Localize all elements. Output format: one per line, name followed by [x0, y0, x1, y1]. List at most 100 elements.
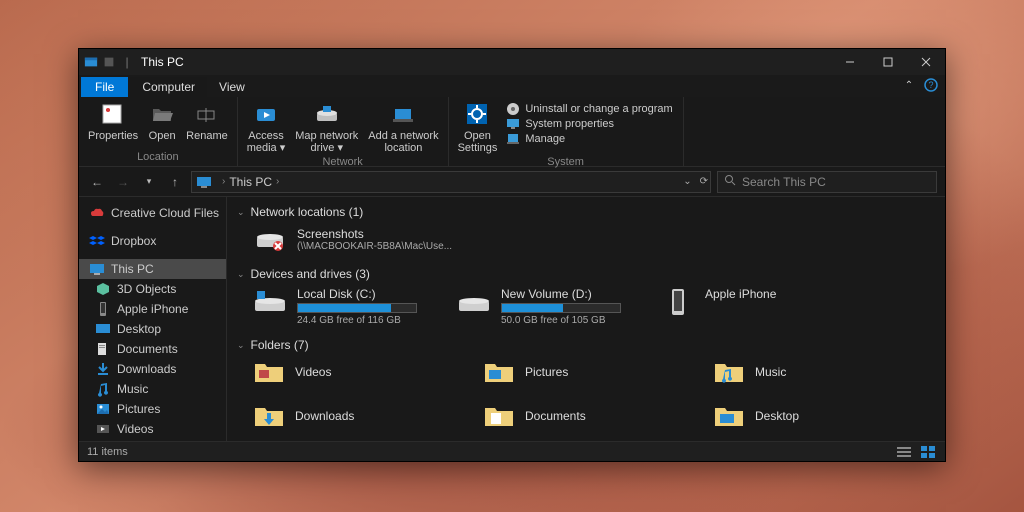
- help-button[interactable]: ?: [923, 77, 939, 93]
- sidebar-item-label: Videos: [117, 422, 153, 436]
- search-placeholder: Search This PC: [742, 175, 826, 189]
- folder-pictures[interactable]: Pictures: [483, 358, 643, 386]
- thispc-icon: [89, 261, 105, 277]
- add-network-location-button[interactable]: Add a network location: [363, 100, 443, 154]
- drive-icon: [457, 287, 491, 317]
- chevron-down-icon: ⌄: [237, 207, 245, 218]
- quick-access-pin-icon[interactable]: [101, 54, 117, 70]
- open-label: Open: [149, 130, 176, 142]
- folder-label: Downloads: [295, 409, 354, 423]
- open-settings-label: Open Settings: [458, 130, 498, 154]
- network-drive-icon: [253, 225, 287, 255]
- open-button[interactable]: Open: [143, 100, 181, 149]
- folder-icon: [253, 358, 285, 386]
- address-bar[interactable]: › This PC › ⌄ ⟳: [191, 171, 711, 193]
- ribbon: Properties Open Rename Location Access m…: [79, 97, 945, 167]
- uninstall-program-button[interactable]: Uninstall or change a program: [506, 102, 672, 116]
- sidebar-item-label: Pictures: [117, 402, 160, 416]
- access-media-button[interactable]: Access media ▾: [242, 100, 291, 154]
- sidebar-item-desktop[interactable]: Desktop: [79, 319, 226, 339]
- manage-label: Manage: [525, 133, 565, 145]
- properties-button[interactable]: Properties: [83, 100, 143, 149]
- tab-view[interactable]: View: [207, 77, 257, 97]
- cube-icon: [95, 281, 111, 297]
- navbar: ← → ▾ ↑ › This PC › ⌄ ⟳ Search This PC: [79, 167, 945, 197]
- group-devices-drives[interactable]: ⌄ Devices and drives (3): [237, 267, 935, 281]
- forward-button[interactable]: →: [113, 172, 133, 192]
- sidebar-item-videos[interactable]: Videos: [79, 419, 226, 439]
- sidebar-item-thispc[interactable]: This PC: [79, 259, 226, 279]
- group-system-label: System: [547, 154, 584, 171]
- network-location-item[interactable]: Screenshots (\\MACBOOKAIR-5B8A\Mac\Use..…: [253, 225, 935, 255]
- group-label: Devices and drives (3): [251, 267, 370, 281]
- download-icon: [95, 361, 111, 377]
- maximize-button[interactable]: [869, 49, 907, 75]
- search-box[interactable]: Search This PC: [717, 171, 937, 193]
- system-properties-button[interactable]: System properties: [506, 117, 672, 131]
- sidebar-item-label: Music: [117, 382, 148, 396]
- collapse-ribbon-button[interactable]: ⌃: [901, 77, 917, 93]
- sidebar-item-label: 3D Objects: [117, 282, 176, 296]
- up-button[interactable]: ↑: [165, 172, 185, 192]
- sidebar-item-3dobjects[interactable]: 3D Objects: [79, 279, 226, 299]
- rename-button[interactable]: Rename: [181, 100, 233, 149]
- sidebar-item-music[interactable]: Music: [79, 379, 226, 399]
- sidebar-item-label: Documents: [117, 342, 178, 356]
- drive-capacity-bar: [297, 303, 417, 313]
- cd-icon: [506, 102, 520, 116]
- drive-local-c[interactable]: Local Disk (C:) 24.4 GB free of 116 GB: [253, 287, 417, 326]
- quick-access-sep: |: [119, 54, 135, 70]
- ribbon-tabs: File Computer View ⌃ ?: [79, 75, 945, 97]
- back-button[interactable]: ←: [87, 172, 107, 192]
- address-history-dropdown[interactable]: ⌄: [683, 176, 691, 187]
- drive-free: 24.4 GB free of 116 GB: [297, 315, 417, 326]
- folder-videos[interactable]: Videos: [253, 358, 413, 386]
- folder-label: Music: [755, 365, 786, 379]
- status-bar: 11 items: [79, 441, 945, 461]
- folder-documents[interactable]: Documents: [483, 402, 643, 430]
- netloc-path: (\\MACBOOKAIR-5B8A\Mac\Use...: [297, 241, 452, 253]
- sidebar-item-pictures[interactable]: Pictures: [79, 399, 226, 419]
- sysprops-label: System properties: [525, 118, 614, 130]
- sidebar-item-documents[interactable]: Documents: [79, 339, 226, 359]
- group-label: Folders (7): [251, 338, 309, 352]
- sidebar-item-dropbox[interactable]: Dropbox: [79, 231, 226, 251]
- manage-icon: [506, 132, 520, 146]
- manage-button[interactable]: Manage: [506, 132, 672, 146]
- group-folders[interactable]: ⌄ Folders (7): [237, 338, 935, 352]
- svg-text:?: ?: [928, 80, 933, 90]
- folder-music[interactable]: Music: [713, 358, 873, 386]
- dropbox-icon: [89, 233, 105, 249]
- add-location-label: Add a network location: [368, 130, 438, 154]
- music-icon: [95, 381, 111, 397]
- sidebar-item-localc[interactable]: Local Disk (C:): [79, 439, 226, 441]
- recent-dropdown[interactable]: ▾: [139, 172, 159, 192]
- folder-desktop[interactable]: Desktop: [713, 402, 873, 430]
- details-view-button[interactable]: [895, 445, 913, 459]
- thispc-icon: [196, 174, 212, 190]
- device-name: Apple iPhone: [705, 287, 776, 301]
- tab-computer[interactable]: Computer: [130, 77, 207, 97]
- sidebar-item-label: Apple iPhone: [117, 302, 188, 316]
- open-settings-button[interactable]: Open Settings: [453, 100, 503, 154]
- refresh-button[interactable]: ⟳: [700, 176, 708, 187]
- drive-new-volume-d[interactable]: New Volume (D:) 50.0 GB free of 105 GB: [457, 287, 621, 326]
- chevron-down-icon: ⌄: [237, 269, 245, 280]
- sidebar-item-downloads[interactable]: Downloads: [79, 359, 226, 379]
- sidebar: Creative Cloud Files Dropbox This PC 3D …: [79, 197, 227, 441]
- folder-icon: [483, 402, 515, 430]
- sidebar-item-creative-cloud[interactable]: Creative Cloud Files: [79, 203, 226, 223]
- folder-label: Desktop: [755, 409, 799, 423]
- minimize-button[interactable]: [831, 49, 869, 75]
- sidebar-item-apple-iphone[interactable]: Apple iPhone: [79, 299, 226, 319]
- breadcrumb[interactable]: This PC: [229, 175, 272, 189]
- device-apple-iphone[interactable]: Apple iPhone: [661, 287, 776, 326]
- close-button[interactable]: [907, 49, 945, 75]
- group-network-locations[interactable]: ⌄ Network locations (1): [237, 205, 935, 219]
- document-icon: [95, 341, 111, 357]
- titlebar[interactable]: | This PC: [79, 49, 945, 75]
- tab-file[interactable]: File: [81, 77, 128, 97]
- tiles-view-button[interactable]: [919, 445, 937, 459]
- map-drive-button[interactable]: Map network drive ▾: [290, 100, 363, 154]
- folder-downloads[interactable]: Downloads: [253, 402, 413, 430]
